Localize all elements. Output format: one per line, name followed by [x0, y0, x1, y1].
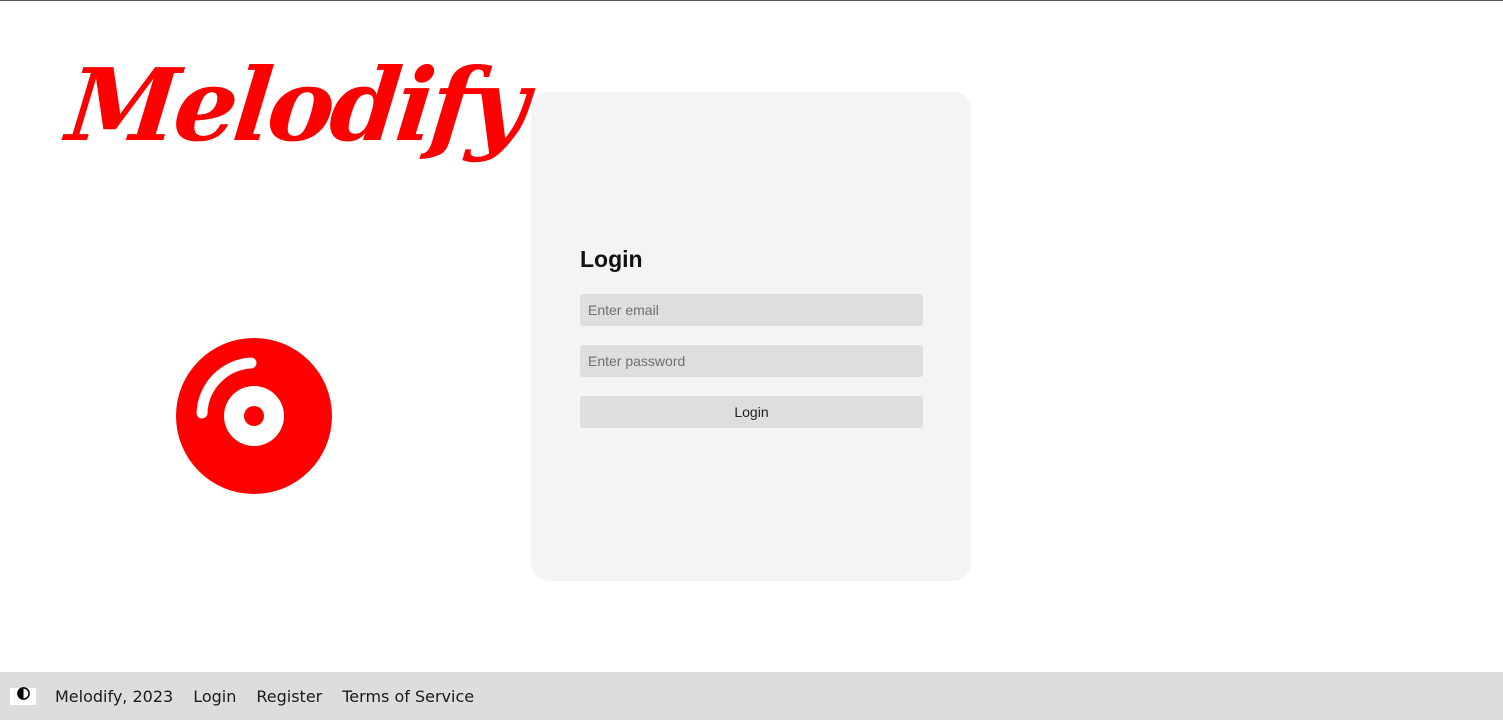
- footer-link-register[interactable]: Register: [256, 687, 322, 706]
- email-input[interactable]: [580, 294, 923, 326]
- contrast-icon: [16, 687, 30, 705]
- brand-logo: Melodify: [62, 30, 530, 180]
- password-input[interactable]: [580, 345, 923, 377]
- theme-toggle-button[interactable]: [10, 687, 36, 705]
- footer-link-login[interactable]: Login: [193, 687, 236, 706]
- top-border: [0, 0, 1503, 1]
- login-card: Login Login: [531, 92, 971, 581]
- login-title: Login: [580, 246, 643, 272]
- footer: Melodify, 2023 Login Register Terms of S…: [0, 672, 1503, 720]
- login-button[interactable]: Login: [580, 396, 923, 428]
- footer-copyright: Melodify, 2023: [55, 686, 174, 706]
- brand-logo-text: Melodify: [61, 46, 531, 164]
- footer-link-terms[interactable]: Terms of Service: [342, 687, 474, 706]
- disc-icon: [174, 336, 334, 496]
